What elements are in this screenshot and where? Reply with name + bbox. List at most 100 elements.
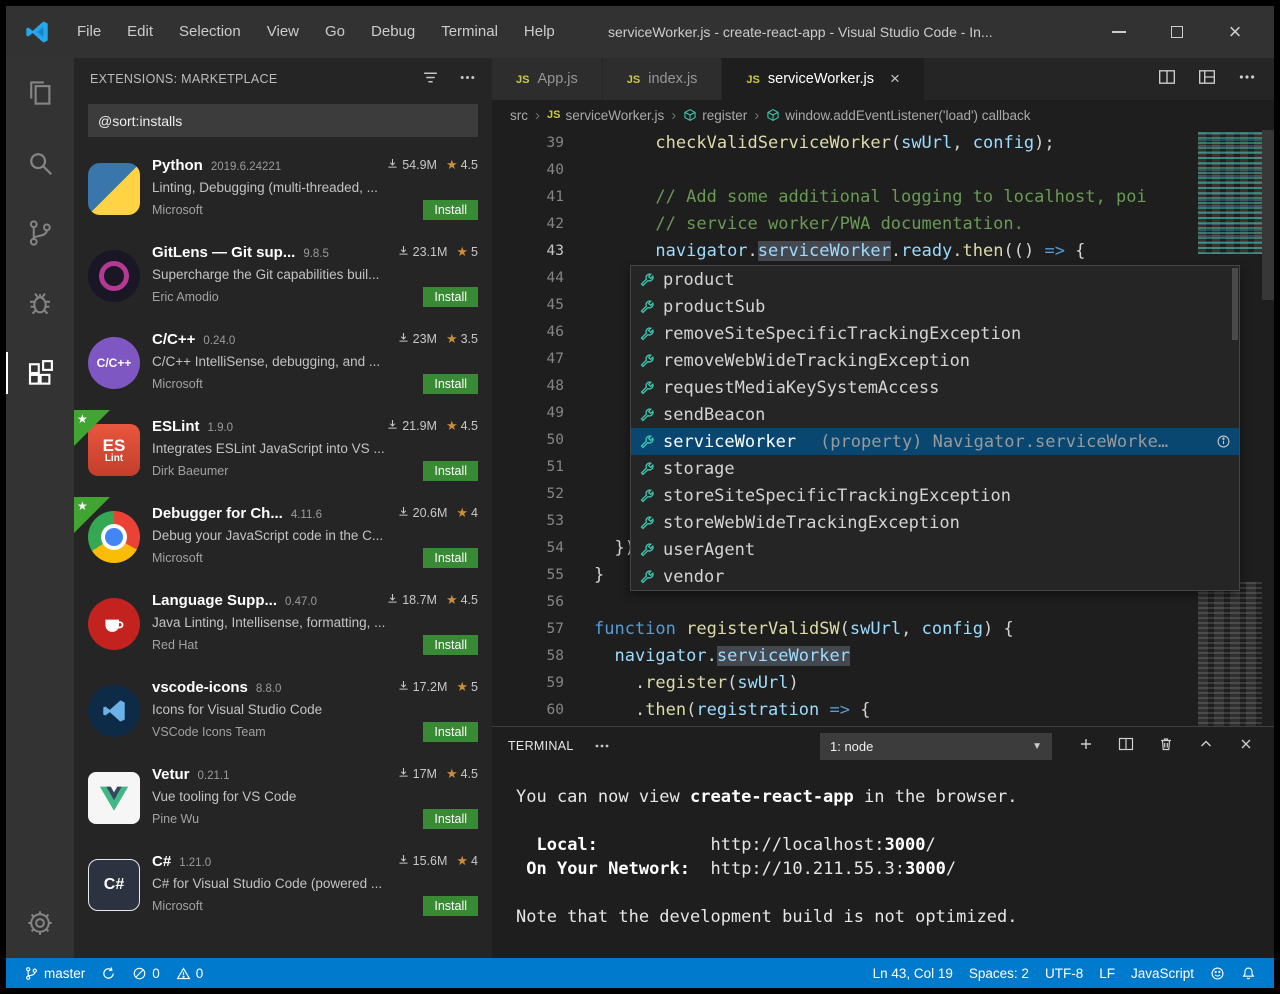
suggest-item[interactable]: storage: [631, 455, 1239, 482]
menu-debug[interactable]: Debug: [358, 23, 428, 40]
status-bell[interactable]: [1233, 958, 1264, 988]
install-button[interactable]: Install: [423, 722, 478, 742]
split-terminal-icon[interactable]: [1118, 736, 1134, 757]
suggest-item[interactable]: userAgent: [631, 536, 1239, 563]
extension-item[interactable]: C/C++ C/C++ 0.24.0 23M ★ 3.5 C/C++ Intell…: [74, 323, 492, 410]
code-line[interactable]: 40: [492, 157, 1274, 184]
menu-view[interactable]: View: [254, 23, 312, 40]
maximize-panel-icon[interactable]: [1198, 736, 1214, 757]
install-button[interactable]: Install: [423, 374, 478, 394]
extensions-search-input[interactable]: [98, 112, 468, 129]
editor-layout-icon[interactable]: [1198, 68, 1216, 91]
code-line[interactable]: 56: [492, 589, 1274, 616]
suggest-item[interactable]: removeSiteSpecificTrackingException: [631, 320, 1239, 347]
status-smiley[interactable]: [1202, 958, 1233, 988]
warning-icon: [176, 966, 191, 981]
tab-serviceworker-js[interactable]: JS serviceWorker.js ×: [722, 58, 925, 100]
breadcrumb-item[interactable]: window.addEventListener('load') callback: [766, 108, 1031, 123]
install-button[interactable]: Install: [423, 548, 478, 568]
filter-icon[interactable]: [422, 69, 439, 89]
suggest-item[interactable]: productSub: [631, 293, 1239, 320]
tab-app-js[interactable]: JS App.js: [492, 58, 603, 100]
extension-item[interactable]: GitLens — Git sup... 9.8.5 23.1M ★ 5 Supe…: [74, 236, 492, 323]
code-line[interactable]: 39 checkValidServiceWorker(swUrl, config…: [492, 130, 1274, 157]
install-button[interactable]: Install: [423, 635, 478, 655]
status-0[interactable]: 0: [168, 958, 212, 988]
suggest-item[interactable]: product: [631, 266, 1239, 293]
code-line[interactable]: 60 .then(registration => {: [492, 697, 1274, 724]
menu-terminal[interactable]: Terminal: [428, 23, 511, 40]
scrollbar-thumb[interactable]: [1262, 130, 1274, 300]
close-tab-icon[interactable]: ×: [890, 69, 900, 89]
status-sync[interactable]: [93, 958, 124, 988]
install-button[interactable]: Install: [423, 200, 478, 220]
activitybar-explorer-icon[interactable]: [6, 58, 74, 128]
status-lf[interactable]: LF: [1091, 958, 1123, 988]
extension-item[interactable]: C# C# 1.21.0 15.6M ★ 4 C# for Visual Stud…: [74, 845, 492, 932]
symbol-icon: [683, 108, 697, 122]
status-0[interactable]: 0: [124, 958, 168, 988]
activitybar-extensions-icon[interactable]: [6, 338, 74, 408]
status-master[interactable]: master: [16, 958, 93, 988]
new-terminal-icon[interactable]: [1078, 736, 1094, 757]
terminal-tab[interactable]: TERMINAL: [508, 739, 574, 753]
suggest-item[interactable]: requestMediaKeySystemAccess: [631, 374, 1239, 401]
suggest-scrollbar[interactable]: [1232, 268, 1238, 340]
extension-item[interactable]: Python 2019.6.24221 54.9M ★ 4.5 Linting, …: [74, 149, 492, 236]
terminal-output[interactable]: You can now view create-react-app in the…: [492, 765, 1274, 958]
more-actions-icon[interactable]: [1238, 68, 1256, 91]
status-spaces-2[interactable]: Spaces: 2: [961, 958, 1037, 988]
extension-item[interactable]: vscode-icons 8.8.0 17.2M ★ 5 Icons for Vi…: [74, 671, 492, 758]
breadcrumb-item[interactable]: src: [510, 108, 528, 123]
suggest-item[interactable]: serviceWorker (property) Navigator.servi…: [631, 428, 1239, 455]
code-line[interactable]: 41 // Add some additional logging to loc…: [492, 184, 1274, 211]
menu-selection[interactable]: Selection: [166, 23, 254, 40]
install-button[interactable]: Install: [423, 896, 478, 916]
status-utf-8[interactable]: UTF-8: [1037, 958, 1091, 988]
activitybar-settings-gear-icon[interactable]: [6, 888, 74, 958]
info-icon[interactable]: [1216, 434, 1231, 449]
menu-edit[interactable]: Edit: [114, 23, 166, 40]
install-button[interactable]: Install: [423, 809, 478, 829]
code-line[interactable]: 57 function registerValidSW(swUrl, confi…: [492, 616, 1274, 643]
code-line[interactable]: 58 navigator.serviceWorker: [492, 643, 1274, 670]
code-line[interactable]: 43 navigator.serviceWorker.ready.then(()…: [492, 238, 1274, 265]
extension-item[interactable]: ★ Debugger for Ch... 4.11.6 20.6M ★ 4 Deb…: [74, 497, 492, 584]
breadcrumb-label: register: [702, 107, 748, 123]
split-editor-icon[interactable]: [1158, 68, 1176, 91]
suggest-item[interactable]: sendBeacon: [631, 401, 1239, 428]
menu-go[interactable]: Go: [312, 23, 358, 40]
code-line[interactable]: 59 .register(swUrl): [492, 670, 1274, 697]
activitybar-source-control-icon[interactable]: [6, 198, 74, 268]
close-window-button[interactable]: ×: [1206, 6, 1264, 58]
menu-file[interactable]: File: [64, 23, 114, 40]
status-ln-43-col-19[interactable]: Ln 43, Col 19: [865, 958, 961, 988]
breadcrumb-item[interactable]: register: [683, 108, 747, 123]
suggest-item[interactable]: vendor: [631, 563, 1239, 590]
maximize-button[interactable]: [1148, 6, 1206, 58]
install-button[interactable]: Install: [423, 461, 478, 481]
suggest-item[interactable]: removeWebWideTrackingException: [631, 347, 1239, 374]
suggest-item[interactable]: storeSiteSpecificTrackingException: [631, 482, 1239, 509]
more-actions-icon[interactable]: [459, 69, 476, 89]
symbol-icon: [766, 108, 780, 122]
activitybar-debug-icon[interactable]: [6, 268, 74, 338]
tab-index-js[interactable]: JS index.js: [602, 58, 723, 100]
install-button[interactable]: Install: [423, 287, 478, 307]
status-javascript[interactable]: JavaScript: [1123, 958, 1202, 988]
menu-help[interactable]: Help: [511, 23, 568, 40]
code-line[interactable]: 42 // service worker/PWA documentation.: [492, 211, 1274, 238]
extension-stats: 23M ★ 3.5: [397, 331, 478, 347]
more-actions-icon[interactable]: [594, 738, 610, 754]
close-panel-icon[interactable]: [1238, 736, 1254, 757]
activitybar-search-icon[interactable]: [6, 128, 74, 198]
extension-item[interactable]: ★ ES Lint ESLint 1.9.0 21.9M ★ 4.5 Integra…: [74, 410, 492, 497]
minimize-button[interactable]: [1090, 6, 1148, 58]
kill-terminal-icon[interactable]: [1158, 736, 1174, 757]
terminal-selector[interactable]: 1: node ▼: [820, 732, 1052, 760]
extension-item[interactable]: Language Supp... 0.47.0 18.7M ★ 4.5 Java …: [74, 584, 492, 671]
breadcrumb-item[interactable]: JS serviceWorker.js: [547, 108, 664, 123]
code-editor[interactable]: 39 checkValidServiceWorker(swUrl, config…: [492, 130, 1274, 726]
suggest-item[interactable]: storeWebWideTrackingException: [631, 509, 1239, 536]
extension-item[interactable]: Vetur 0.21.1 17M ★ 4.5 Vue tooling for VS…: [74, 758, 492, 845]
